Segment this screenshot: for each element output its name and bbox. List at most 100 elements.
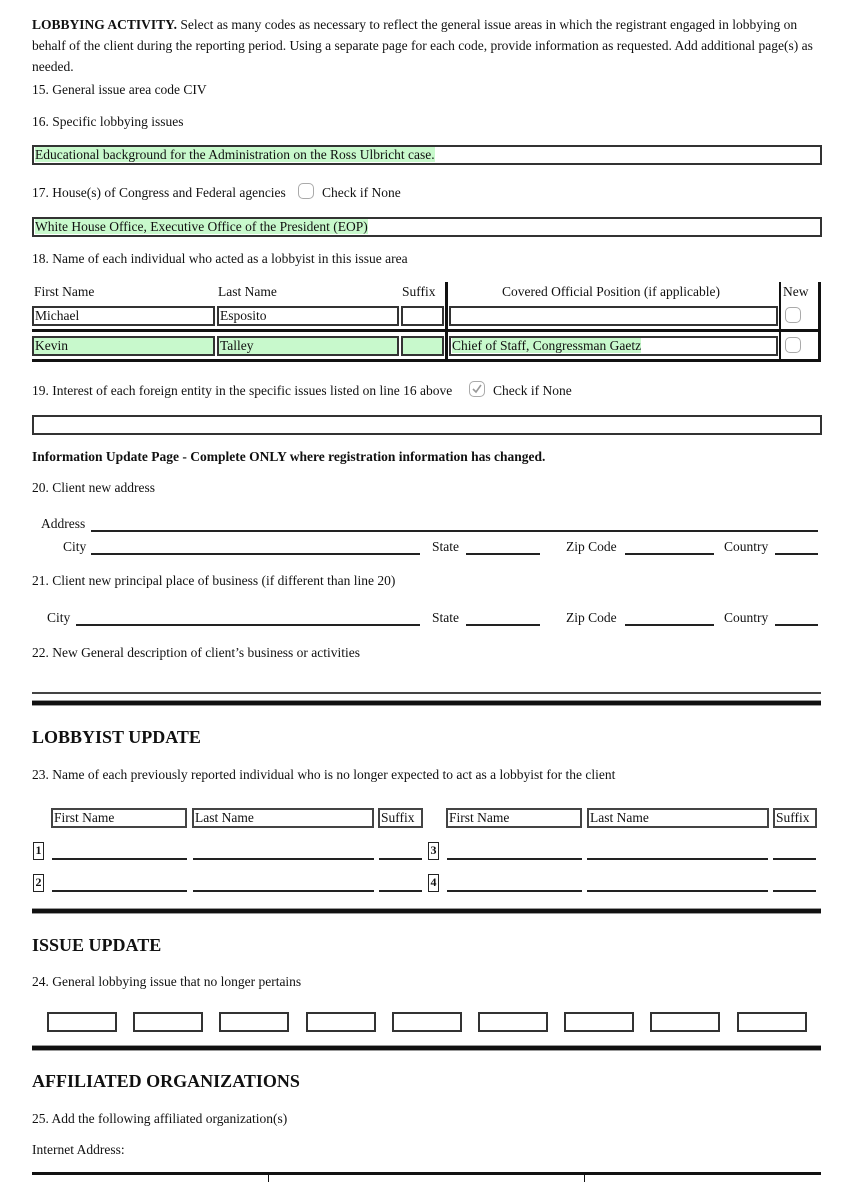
- agencies-field[interactable]: White House Office, Executive Office of …: [32, 217, 822, 237]
- line19-none-checkbox[interactable]: [469, 381, 485, 397]
- city-label: City: [63, 539, 87, 554]
- line23-label: 23. Name of each previously reported ind…: [32, 767, 616, 782]
- issue-code-input[interactable]: [564, 1012, 635, 1032]
- table-divider: [779, 282, 781, 362]
- row-number: 3: [428, 842, 439, 860]
- position-value: Chief of Staff, Congressman Gaetz: [452, 338, 642, 353]
- line17-none-checkbox[interactable]: [298, 183, 314, 199]
- specific-issues-field[interactable]: Educational background for the Administr…: [32, 145, 822, 165]
- new-checkbox[interactable]: [785, 337, 801, 353]
- col-suffix: Suffix: [378, 808, 423, 828]
- issue-code-input[interactable]: [650, 1012, 721, 1032]
- line24-label: 24. General lobbying issue that no longe…: [32, 974, 302, 989]
- last-name-input[interactable]: [193, 890, 374, 892]
- foreign-entity-field[interactable]: [32, 415, 822, 435]
- issue-code-input[interactable]: [736, 1012, 807, 1032]
- position-input[interactable]: Chief of Staff, Congressman Gaetz: [449, 336, 778, 356]
- country-label: Country: [724, 610, 769, 625]
- zip-label: Zip Code: [566, 610, 617, 625]
- address-label: Address: [41, 516, 86, 531]
- issue-code-input[interactable]: [219, 1012, 290, 1032]
- last-name-input[interactable]: [193, 858, 374, 860]
- suffix-input[interactable]: [379, 858, 422, 860]
- last-name-input[interactable]: Esposito: [217, 306, 399, 326]
- state-input[interactable]: [466, 624, 540, 626]
- zip-input[interactable]: [625, 553, 714, 555]
- section-divider: [32, 908, 821, 914]
- line20-label: 20. Client new address: [32, 480, 155, 495]
- line19-label: 19. Interest of each foreign entity in t…: [32, 383, 453, 398]
- state-label: State: [432, 539, 459, 554]
- new-checkbox[interactable]: [785, 307, 801, 323]
- zip-input[interactable]: [625, 624, 714, 626]
- suffix-input[interactable]: [379, 890, 422, 892]
- lobbyist-update-heading: LOBBYIST UPDATE: [32, 727, 201, 747]
- col-last-name: Last Name: [192, 808, 374, 828]
- last-name-input[interactable]: Talley: [217, 336, 399, 356]
- line17-label: 17. House(s) of Congress and Federal age…: [32, 185, 286, 200]
- state-input[interactable]: [466, 553, 540, 555]
- state-label: State: [432, 610, 459, 625]
- affiliated-table-top: [32, 1172, 821, 1175]
- col-suffix: Suffix: [773, 808, 817, 828]
- country-input[interactable]: [775, 553, 818, 555]
- suffix-input[interactable]: [773, 858, 816, 860]
- city-label: City: [47, 610, 71, 625]
- first-name-input[interactable]: [447, 890, 582, 892]
- col-suffix: Suffix: [402, 284, 436, 299]
- col-first-name: First Name: [51, 808, 187, 828]
- line19-check-label: Check if None: [493, 383, 572, 398]
- table-row-divider: [32, 359, 821, 362]
- first-name-input[interactable]: [447, 858, 582, 860]
- section-divider: [32, 700, 821, 706]
- table-divider: [445, 282, 448, 362]
- col-new: New: [783, 284, 809, 299]
- col-first-name: First Name: [446, 808, 582, 828]
- row-number: 1: [33, 842, 44, 860]
- table-divider: [268, 1172, 269, 1182]
- table-divider: [818, 282, 821, 362]
- line21-label: 21. Client new principal place of busine…: [32, 573, 396, 588]
- last-name-input[interactable]: [587, 858, 768, 860]
- issue-code-input[interactable]: [391, 1012, 462, 1032]
- first-name-input[interactable]: [52, 890, 187, 892]
- first-name-input[interactable]: [52, 858, 187, 860]
- last-name-input[interactable]: [587, 890, 768, 892]
- checkmark-icon: [472, 384, 482, 394]
- issue-code-input[interactable]: [305, 1012, 376, 1032]
- internet-address-label: Internet Address:: [32, 1142, 125, 1157]
- suffix-input[interactable]: [401, 306, 444, 326]
- issue-code-input[interactable]: [478, 1012, 548, 1032]
- specific-issues-value: Educational background for the Administr…: [35, 147, 435, 162]
- affiliated-heading: AFFILIATED ORGANIZATIONS: [32, 1071, 300, 1091]
- issue-update-heading: ISSUE UPDATE: [32, 935, 162, 955]
- description-input[interactable]: [32, 692, 821, 694]
- suffix-input[interactable]: [773, 890, 816, 892]
- section-divider: [32, 1045, 821, 1051]
- col-position: Covered Official Position (if applicable…: [502, 284, 720, 299]
- country-label: Country: [724, 539, 769, 554]
- col-last-name: Last Name: [587, 808, 769, 828]
- line17-check-label: Check if None: [322, 185, 401, 200]
- suffix-input[interactable]: [401, 336, 444, 356]
- agencies-value: White House Office, Executive Office of …: [35, 219, 368, 234]
- info-update-heading: Information Update Page - Complete ONLY …: [32, 449, 546, 464]
- intro-heading: LOBBYING ACTIVITY.: [32, 17, 178, 32]
- row-number: 4: [428, 874, 439, 892]
- country-input[interactable]: [775, 624, 818, 626]
- city-input[interactable]: [76, 624, 420, 626]
- line16-label: 16. Specific lobbying issues: [32, 114, 184, 129]
- lobbying-activity-intro: LOBBYING ACTIVITY. Select as many codes …: [32, 14, 822, 77]
- issue-code-input[interactable]: [133, 1012, 204, 1032]
- line25-label: 25. Add the following affiliated organiz…: [32, 1111, 288, 1126]
- position-input[interactable]: [449, 306, 778, 326]
- line22-label: 22. New General description of client’s …: [32, 645, 361, 660]
- first-name-input[interactable]: Kevin: [32, 336, 215, 356]
- address-input[interactable]: [91, 530, 818, 532]
- issue-code-input[interactable]: [47, 1012, 117, 1032]
- table-row-divider: [32, 329, 821, 332]
- line15-label: 15. General issue area code CIV: [32, 82, 207, 97]
- col-last-name: Last Name: [218, 284, 277, 299]
- first-name-input[interactable]: Michael: [32, 306, 215, 326]
- city-input[interactable]: [91, 553, 420, 555]
